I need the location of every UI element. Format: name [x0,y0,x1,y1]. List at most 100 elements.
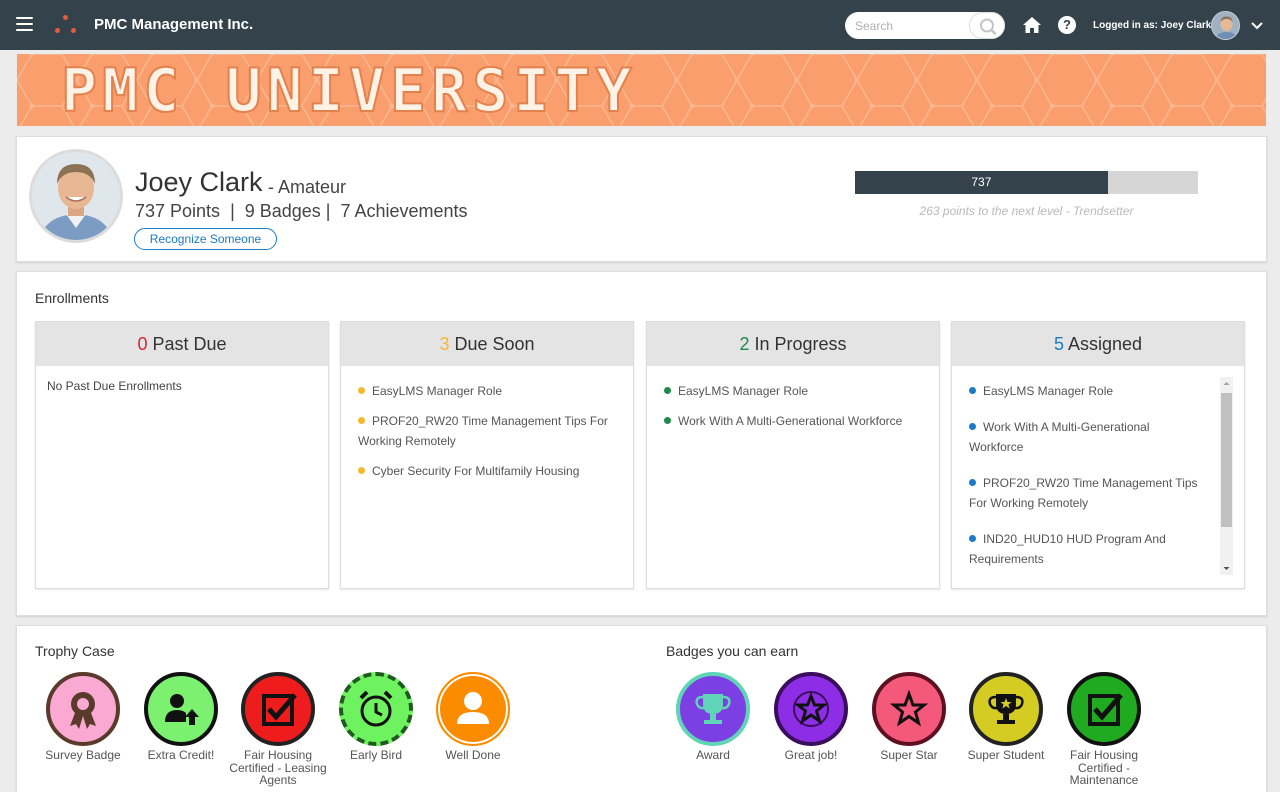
enrollment-item[interactable]: IND20_HUD10 HUD Program And Requirements [969,529,1189,569]
scroll-thumb[interactable] [1221,393,1232,527]
badge-survey[interactable]: Survey Badge [28,672,138,762]
enrollment-item-label: Cyber Security For Multifamily Housing [372,464,580,478]
in-progress-label: In Progress [754,334,847,354]
status-dot [358,417,365,424]
badge-label: Early Bird [349,748,402,762]
next-level-note: 263 points to the next level - Trendsett… [919,204,1134,218]
enrollment-item-label: IND20_HUD10 HUD Program And Requirements [969,532,1166,566]
enrollment-item[interactable]: PROF20_RW20 Time Management Tips For Wor… [969,473,1209,513]
enrollments-panel: Enrollments 0 Past Due No Past Due Enrol… [16,271,1267,616]
company-name: PMC Management Inc. [94,16,254,33]
past-due-column: 0 Past Due No Past Due Enrollments [35,321,329,589]
status-dot [358,387,365,394]
enrollment-item-label: EasyLMS Manager Role [678,384,809,398]
badge-label: Survey Badge [45,748,121,762]
company-logo-icon [54,15,76,35]
recognize-someone-button[interactable]: Recognize Someone [134,228,277,250]
badge-great-job[interactable]: Great job! [756,672,866,762]
past-due-count: 0 [137,334,148,354]
search-button[interactable] [969,12,1005,39]
home-icon[interactable] [1022,16,1042,34]
profile-avatar [29,149,123,243]
profile-name: Joey Clark [135,167,263,197]
scroll-down-icon[interactable] [1220,562,1233,575]
badges-to-earn-title: Badges you can earn [666,643,799,659]
assigned-scrollbar[interactable] [1220,377,1233,575]
enrollment-item[interactable]: PROF20_RW20 Time Management Tips For Wor… [358,411,624,451]
ribbon-icon [46,672,120,746]
assigned-count: 5 [1053,334,1064,354]
checkbox-icon [241,672,315,746]
status-dot [969,423,976,430]
badge-label: Super Star [880,748,938,762]
star-icon [872,672,946,746]
status-dot [664,417,671,424]
trophy-icon [969,672,1043,746]
trophy-panel: Trophy Case Badges you can earn Survey B… [16,625,1267,792]
user-avatar[interactable] [1211,11,1240,40]
menu-icon[interactable] [16,17,33,31]
user-avatar-image [1212,12,1239,39]
in-progress-header: 2 In Progress [647,322,939,366]
checkbox-icon [1067,672,1141,746]
badge-super-student[interactable]: Super Student [951,672,1061,762]
badge-early-bird[interactable]: Early Bird [321,672,431,762]
badge-label: Great job! [784,748,838,762]
status-dot [664,387,671,394]
assigned-column: 5 Assigned EasyLMS Manager Role Work Wit… [951,321,1245,589]
search-icon [980,18,997,35]
search-input[interactable] [855,17,970,34]
top-navigation-bar: PMC Management Inc. ? Logged in as: Joey… [0,0,1280,50]
due-soon-header: 3 Due Soon [341,322,633,366]
enrollment-item[interactable]: EasyLMS Manager Role [969,381,1209,401]
status-dot [969,535,976,542]
level-progress-fill: 737 [855,171,1108,194]
badge-label: Fair Housing Certified - Leasing Agents [229,748,327,787]
star-icon [774,672,848,746]
badge-fair-housing-maintenance[interactable]: Fair Housing Certified - Maintenance [1049,672,1159,787]
badge-well-done[interactable]: Well Done [418,672,528,762]
enrollment-item[interactable]: Work With A Multi-Generational Workforce [969,417,1189,457]
past-due-label: Past Due [152,334,227,354]
badge-extra-credit[interactable]: Extra Credit! [126,672,236,762]
help-icon[interactable]: ? [1058,16,1076,34]
badge-label: Fair Housing Certified - Maintenance [1069,748,1139,787]
person-icon [436,672,510,746]
enrollment-item[interactable]: Cyber Security For Multifamily Housing [358,461,624,481]
in-progress-column: 2 In Progress EasyLMS Manager Role Work … [646,321,940,589]
logged-in-user: Logged in as: Joey Clark [1093,20,1212,31]
badge-label: Award [696,748,730,762]
enrollment-item[interactable]: EasyLMS Manager Role [664,381,930,401]
chevron-down-icon[interactable] [1250,19,1264,31]
enrollment-item-label: EasyLMS Manager Role [372,384,503,398]
banner-title: PMC UNIVERSITY [60,56,637,126]
scroll-up-icon[interactable] [1220,377,1233,390]
in-progress-count: 2 [739,334,750,354]
alarm-clock-icon [339,672,413,746]
assigned-label: Assigned [1067,334,1143,354]
badge-label: Well Done [445,748,501,762]
person-up-icon [144,672,218,746]
status-dot [358,467,365,474]
badge-label: Super Student [967,748,1045,762]
status-dot [969,387,976,394]
enrollment-item-label: Work With A Multi-Generational Workforce [678,414,903,428]
enrollment-item-label: PROF20_RW20 Time Management Tips For Wor… [969,476,1198,510]
past-due-empty-message: No Past Due Enrollments [47,379,182,393]
profile-photo [32,152,120,240]
due-soon-count: 3 [439,334,450,354]
enrollments-title: Enrollments [35,290,109,306]
enrollment-item-label: PROF20_RW20 Time Management Tips For Wor… [358,414,608,448]
badge-super-star[interactable]: Super Star [854,672,964,762]
due-soon-column: 3 Due Soon EasyLMS Manager Role PROF20_R… [340,321,634,589]
enrollment-item[interactable]: Work With A Multi-Generational Workforce [664,411,930,431]
badge-fair-housing-leasing[interactable]: Fair Housing Certified - Leasing Agents [223,672,333,787]
assigned-header: 5 Assigned [952,322,1244,366]
badge-label: Extra Credit! [147,748,215,762]
enrollment-item[interactable]: EasyLMS Manager Role [358,381,624,401]
trophy-case-title: Trophy Case [35,643,115,659]
badge-award[interactable]: Award [658,672,768,762]
enrollment-item-label: Work With A Multi-Generational Workforce [969,420,1150,454]
trophy-icon [676,672,750,746]
due-soon-label: Due Soon [454,334,535,354]
